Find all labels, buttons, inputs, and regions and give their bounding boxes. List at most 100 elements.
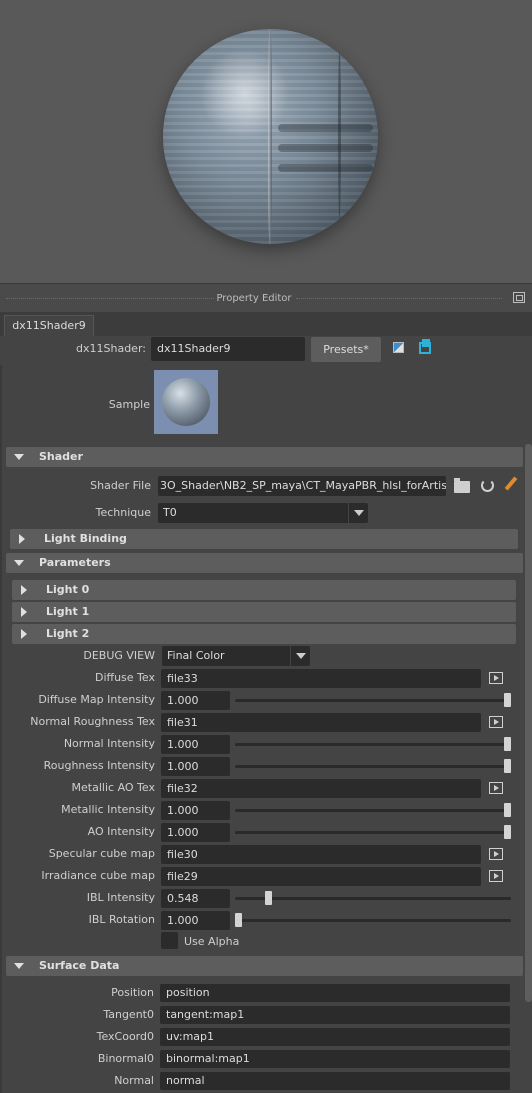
ibl-intensity-slider-handle[interactable] (264, 891, 272, 905)
folder-icon[interactable] (454, 478, 470, 493)
normal-roughness-tex-connect-icon[interactable] (489, 716, 503, 728)
diffuse-tex-field[interactable]: file33 (161, 669, 481, 688)
use-alpha-checkbox[interactable] (161, 932, 178, 949)
chevron-down-icon (348, 503, 368, 523)
light-0-title: Light 0 (46, 583, 90, 596)
ibl-intensity-field[interactable]: 0.548 (161, 889, 230, 908)
normal-roughness-tex-label: Normal Roughness Tex (30, 715, 155, 728)
copy-tab-icon[interactable] (393, 342, 404, 353)
normal-intensity-field[interactable]: 1.000 (161, 735, 230, 754)
debug-view-dropdown[interactable]: Final Color (162, 646, 310, 666)
ao-intensity-field[interactable]: 1.000 (161, 823, 230, 842)
metallic-intensity-slider-handle[interactable] (504, 803, 511, 817)
presets-button[interactable]: Presets* (311, 337, 381, 362)
light-2-title: Light 2 (46, 627, 90, 640)
ibl-rotation-label: IBL Rotation (88, 913, 155, 926)
diffuse-intensity-slider[interactable] (235, 699, 511, 702)
pencil-edit-icon[interactable] (504, 476, 518, 491)
roughness-intensity-label: Roughness Intensity (43, 759, 155, 772)
parameters-title: Parameters (39, 556, 111, 569)
surface-texcoord0-label: TexCoord0 (96, 1030, 154, 1043)
surface-texcoord0-field[interactable]: uv:map1 (160, 1028, 510, 1046)
light-0-frame-header[interactable]: Light 0 (12, 580, 516, 600)
material-preview-sphere (163, 29, 378, 244)
sample-thumbnail[interactable] (154, 370, 218, 434)
specular-cube-field[interactable]: file30 (161, 845, 481, 864)
roughness-intensity-field[interactable]: 1.000 (161, 757, 230, 776)
tab-strip: dx11Shader9 (0, 312, 532, 336)
surface-position-field[interactable]: position (160, 984, 510, 1002)
node-name-field[interactable]: dx11Shader9 (151, 337, 305, 361)
light-binding-title: Light Binding (44, 532, 127, 545)
light-1-frame-header[interactable]: Light 1 (12, 602, 516, 622)
shader-file-label: Shader File (90, 479, 151, 492)
ao-intensity-slider[interactable] (235, 831, 511, 834)
specular-cube-connect-icon[interactable] (489, 848, 503, 860)
diffuse-intensity-slider-handle[interactable] (504, 693, 511, 707)
ibl-intensity-slider[interactable] (235, 897, 511, 900)
light-binding-frame-header[interactable]: Light Binding (10, 529, 518, 549)
expanded-arrow-icon (14, 963, 24, 969)
normal-intensity-label: Normal Intensity (63, 737, 155, 750)
normal-intensity-slider-handle[interactable] (504, 737, 511, 751)
light-2-frame-header[interactable]: Light 2 (12, 624, 516, 644)
chevron-down-icon (290, 646, 310, 666)
ibl-rotation-slider[interactable] (235, 919, 511, 922)
ibl-intensity-label: IBL Intensity (86, 891, 155, 904)
sample-label: Sample (108, 398, 150, 411)
normal-roughness-tex-field[interactable]: file31 (161, 713, 481, 732)
surface-tangent0-field[interactable]: tangent:map1 (160, 1006, 510, 1024)
metallic-intensity-slider[interactable] (235, 809, 511, 812)
surface-normal-label: Normal (114, 1074, 154, 1087)
debug-view-label: DEBUG VIEW (83, 649, 155, 662)
tab-dx11shader9[interactable]: dx11Shader9 (4, 315, 94, 336)
ibl-rotation-field[interactable]: 1.000 (161, 911, 230, 930)
parameters-frame-header[interactable]: Parameters (6, 553, 523, 573)
specular-cube-label: Specular cube map (48, 847, 155, 860)
ao-intensity-slider-handle[interactable] (504, 825, 511, 839)
surface-position-label: Position (111, 986, 154, 999)
reload-icon[interactable] (481, 479, 494, 492)
roughness-intensity-slider-handle[interactable] (504, 759, 511, 773)
panel-edge (0, 365, 2, 1093)
roughness-intensity-slider[interactable] (235, 765, 511, 768)
collapsed-arrow-icon (21, 607, 27, 617)
float-panel-icon[interactable] (513, 292, 525, 303)
expanded-arrow-icon (14, 560, 24, 566)
material-swatch-viewport[interactable] (0, 0, 532, 283)
surface-binormal0-field[interactable]: binormal:map1 (160, 1050, 510, 1068)
metallic-ao-tex-field[interactable]: file32 (161, 779, 481, 798)
shader-frame-header[interactable]: Shader (6, 447, 523, 467)
technique-label: Technique (95, 506, 151, 519)
node-label: dx11Shader: (76, 342, 146, 355)
technique-dropdown[interactable]: T0 (158, 503, 368, 523)
sample-sphere-image (162, 378, 210, 426)
collapsed-arrow-icon (19, 534, 25, 544)
surface-data-frame-header[interactable]: Surface Data (6, 956, 523, 976)
diffuse-tex-label: Diffuse Tex (94, 671, 155, 684)
surface-tangent0-label: Tangent0 (103, 1008, 154, 1021)
irradiance-cube-connect-icon[interactable] (489, 870, 503, 882)
surface-binormal0-label: Binormal0 (97, 1052, 154, 1065)
diffuse-tex-connect-icon[interactable] (489, 672, 503, 684)
surface-data-title: Surface Data (39, 959, 120, 972)
scrollbar[interactable] (525, 444, 532, 1002)
use-alpha-label: Use Alpha (184, 935, 240, 948)
debug-view-value: Final Color (167, 649, 225, 662)
normal-intensity-slider[interactable] (235, 743, 511, 746)
light-1-title: Light 1 (46, 605, 90, 618)
property-editor-titlebar: Property Editor (0, 283, 532, 312)
expanded-arrow-icon (14, 454, 24, 460)
surface-normal-field[interactable]: normal (160, 1072, 510, 1090)
collapsed-arrow-icon (21, 585, 27, 595)
metallic-intensity-field[interactable]: 1.000 (161, 801, 230, 820)
shader-frame-title: Shader (39, 450, 83, 463)
diffuse-intensity-field[interactable]: 1.000 (161, 691, 230, 710)
irradiance-cube-field[interactable]: file29 (161, 867, 481, 886)
ibl-rotation-slider-handle[interactable] (235, 913, 242, 927)
shader-file-field[interactable]: 3O_Shader\NB2_SP_maya\CT_MayaPBR_hlsl_fo… (158, 476, 446, 496)
metallic-ao-tex-connect-icon[interactable] (489, 782, 503, 794)
collapsed-arrow-icon (21, 629, 27, 639)
technique-value: T0 (163, 506, 177, 519)
show-attributes-icon[interactable] (419, 339, 431, 354)
